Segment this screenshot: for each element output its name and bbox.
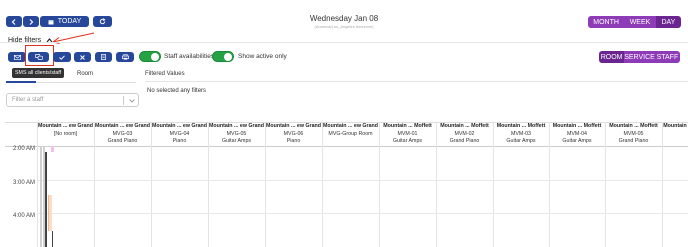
room-header-loc: Mountain ... Moffett [552, 123, 602, 129]
filtered-divider [145, 81, 688, 82]
room-header-type: Grand Piano [449, 138, 480, 144]
hour-line [37, 213, 688, 214]
staff-filter-placeholder: Filter a staff [12, 97, 44, 103]
room-column-header[interactable]: Mountain ... ew Grand MVG-03 Grand Piano [95, 123, 150, 146]
room-column-header[interactable]: Mountain ... Moffett MVM-03 Guitar Amps [494, 123, 548, 146]
staff-filter-select[interactable]: Filter a staff [6, 93, 139, 107]
room-header-name: [No room] [53, 130, 78, 137]
day-view-button[interactable]: DAY [655, 16, 681, 28]
room-header-name: MVM-02 [454, 130, 475, 137]
close-icon [80, 54, 85, 60]
timezone-label: (America/Los_Angeles timezone) [314, 24, 374, 29]
room-header-name: MVM-05 [623, 130, 644, 137]
room-header-loc: Mountain ... Moffett [609, 123, 658, 129]
booking-bar[interactable] [45, 152, 47, 247]
month-view-button[interactable]: MONTH [588, 16, 625, 28]
room-header-loc: Mountain ... ew Grand [38, 123, 93, 129]
room-column-header[interactable]: Mountain ... ew Grand MVG-04 Piano [152, 123, 207, 146]
no-filters-text: No selected any filters [147, 88, 207, 94]
room-column-header[interactable]: Mountain ... Moffett MVM-05 Grand Piano [606, 123, 661, 146]
room-header-loc: Mountain ... Moffett [496, 123, 546, 129]
room-header-name: MVM-01 [397, 130, 418, 137]
chevron-down-icon [129, 98, 135, 103]
email-icon [13, 54, 21, 60]
show-active-label: Show active only [238, 53, 287, 60]
time-label: 4:00 AM [13, 213, 36, 219]
filtered-values-label: Filtered Values [145, 71, 185, 77]
room-header-loc: Mountain ... Moffett [383, 123, 432, 129]
room-column-header[interactable]: Mountain ... Moffett MVM-02 Grand Piano [437, 123, 492, 146]
time-label: 2:00 AM [13, 146, 36, 152]
room-header-name: MVG-03 [112, 130, 133, 137]
room-column-header[interactable]: Mountain [663, 123, 687, 131]
room-header-name: MVM-03 [510, 130, 531, 137]
booking-event[interactable] [51, 146, 54, 152]
room-header-type: Grand Piano [618, 138, 649, 144]
staff-availabilities-label: Staff availabilities [164, 53, 215, 60]
room-mode-button[interactable]: ROOM [599, 51, 625, 63]
sms-tooltip: SMS all clients/staff [12, 68, 65, 78]
room-header-type: Guitar Amps [221, 138, 252, 144]
room-column-header[interactable]: Mountain ... Moffett MVM-01 Guitar Amps [380, 123, 435, 146]
booking-event[interactable] [48, 195, 52, 231]
room-column-header[interactable]: Mountain ... Moffett MVM-04 Guitar Amps [550, 123, 604, 146]
tab-room[interactable]: Room [77, 71, 93, 77]
edit-icon [101, 54, 106, 60]
room-header-loc: Mountain ... ew Grand [266, 123, 321, 129]
room-header-name: MVG-05 [226, 130, 247, 137]
room-column-header[interactable]: Mountain ... ew Grand MVG-Group Room [323, 123, 378, 138]
check-icon [59, 54, 65, 60]
room-header-name: MVG-Group Room [328, 130, 373, 137]
room-header-name: MVM-04 [566, 130, 587, 137]
column-divider [37, 122, 38, 247]
room-header-type: Grand Piano [107, 138, 138, 144]
print-button[interactable] [116, 52, 134, 62]
service-mode-button[interactable]: SERVICE [624, 51, 655, 63]
staff-availabilities-toggle[interactable] [139, 51, 161, 62]
select-separator [123, 96, 124, 105]
mode-switcher: ROOM SERVICE STAFF [599, 51, 680, 63]
room-header-loc: Mountain [663, 123, 687, 129]
active-tab-indicator [6, 81, 36, 83]
room-header-loc: Mountain ... ew Grand [323, 123, 378, 129]
grid-header-border [5, 146, 688, 147]
room-header-loc: Mountain ... Moffett [440, 123, 489, 129]
room-header-type: Guitar Amps [392, 138, 423, 144]
divider [0, 42, 688, 43]
room-column-header[interactable]: Mountain ... ew Grand MVG-05 Guitar Amps [209, 123, 264, 146]
room-header-name: MVG-06 [283, 130, 304, 137]
booking-bar[interactable] [52, 231, 53, 247]
room-header-type: Guitar Amps [562, 138, 592, 144]
show-active-toggle[interactable] [212, 51, 234, 62]
room-header-type: Piano [286, 138, 301, 144]
time-label: 3:00 AM [13, 180, 36, 186]
staff-mode-button[interactable]: STAFF [654, 51, 680, 63]
room-header-loc: Mountain ... ew Grand [95, 123, 150, 129]
sms-button[interactable] [28, 52, 49, 62]
print-icon [121, 54, 129, 60]
room-header-name: MVG-04 [169, 130, 190, 137]
room-header-type: Guitar Amps [506, 138, 536, 144]
email-button[interactable] [8, 52, 26, 62]
room-header-type: Piano [172, 138, 187, 144]
hour-line [37, 180, 688, 181]
view-switcher: MONTH WEEK DAY [588, 16, 681, 28]
confirm-button[interactable] [53, 52, 71, 62]
column-divider [662, 122, 663, 247]
cancel-button[interactable] [74, 52, 91, 62]
room-column-header[interactable]: Mountain ... ew Grand MVG-06 Piano [266, 123, 321, 146]
booking-bar[interactable] [40, 146, 42, 247]
sms-icon [34, 54, 43, 60]
tab-divider [36, 82, 136, 83]
edit-button[interactable] [95, 52, 112, 62]
room-column-header[interactable]: Mountain ... ew Grand [No room] [38, 123, 93, 138]
room-header-loc: Mountain ... ew Grand [209, 123, 264, 129]
week-view-button[interactable]: WEEK [624, 16, 656, 28]
column-divider [322, 122, 323, 247]
room-header-loc: Mountain ... ew Grand [152, 123, 207, 129]
current-date: Wednesday Jan 08 [309, 14, 379, 23]
